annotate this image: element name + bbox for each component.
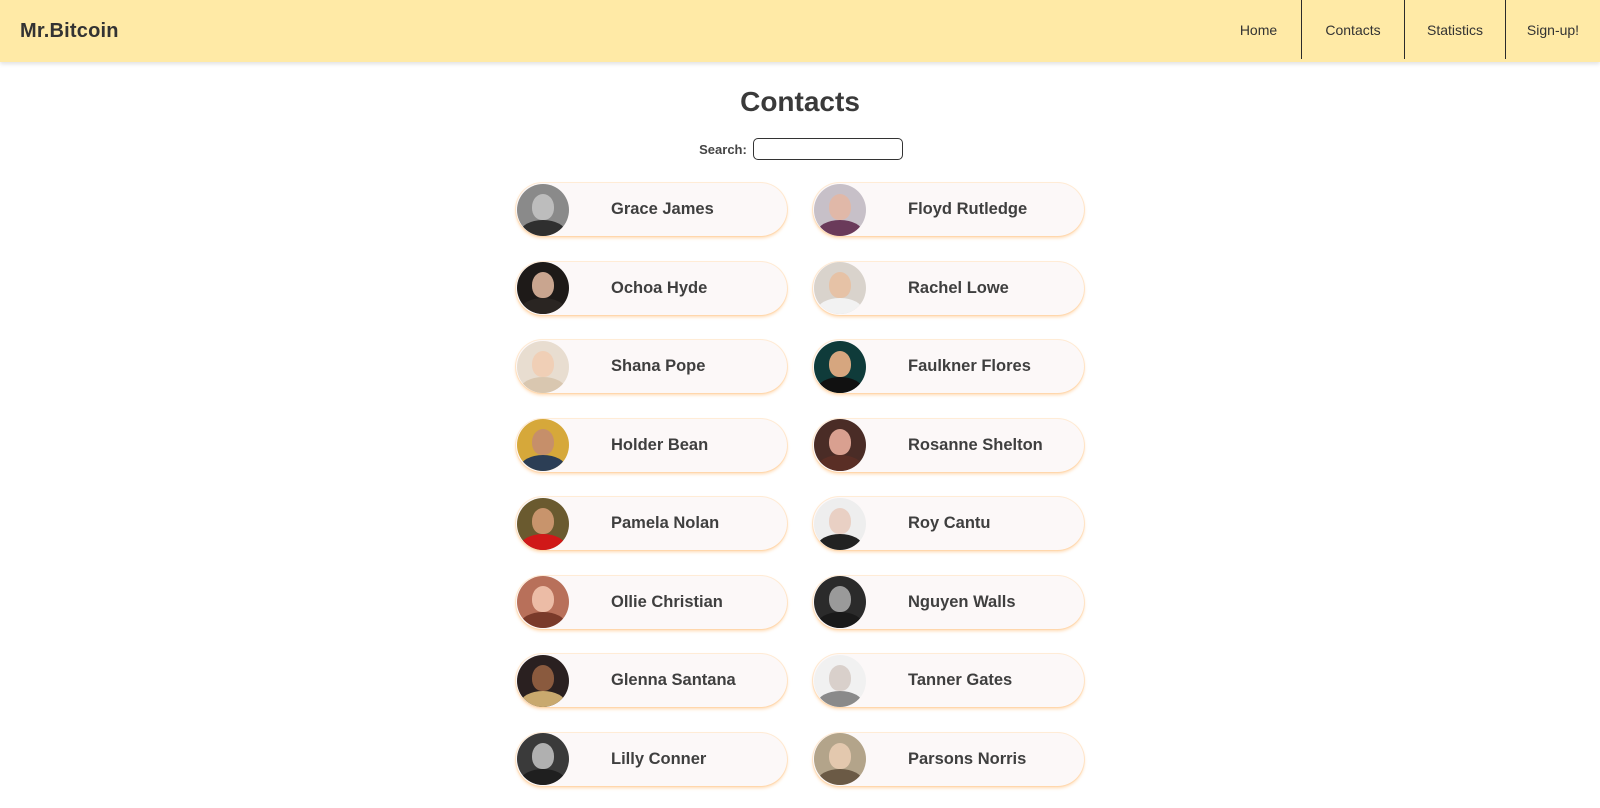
contact-name: Rosanne Shelton [908, 435, 1043, 454]
nav-home-link[interactable]: Home [1216, 0, 1301, 59]
contact-card[interactable]: Ollie Christian [516, 575, 787, 629]
contact-card[interactable]: Nguyen Walls [813, 575, 1084, 629]
avatar-shoulders [520, 455, 566, 471]
contact-avatar [814, 497, 866, 550]
contact-name: Ollie Christian [611, 592, 723, 611]
contact-card[interactable]: Holder Bean [516, 418, 787, 472]
contact-name: Tanner Gates [908, 671, 1013, 689]
search-label: Search: [699, 141, 747, 157]
contact-name: Grace James [611, 200, 714, 218]
avatar-face [829, 743, 851, 769]
contact-name: Ochoa Hyde [611, 278, 708, 297]
avatar-face [829, 429, 851, 455]
avatar-face [829, 193, 851, 220]
contact-avatar [814, 576, 866, 628]
avatar-shoulders [817, 533, 863, 550]
top-navbar: Mr.Bitcoin Home Contacts Statistics Sign… [0, 0, 1600, 62]
contact-card[interactable]: Floyd Rutledge [813, 183, 1084, 236]
contact-avatar [517, 497, 569, 550]
avatar-shoulders [817, 298, 863, 314]
contact-card[interactable]: Roy Cantu [813, 497, 1084, 550]
contact-name: Nguyen Walls [908, 592, 1016, 611]
contact-avatar [517, 576, 569, 628]
contact-card[interactable]: Lilly Conner [516, 732, 787, 786]
avatar-shoulders [817, 612, 863, 628]
nav-contacts-link[interactable]: Contacts [1301, 0, 1404, 59]
avatar-shoulders [520, 376, 566, 393]
search-input[interactable] [752, 138, 903, 160]
contact-avatar [814, 262, 866, 314]
brand-logo[interactable]: Mr.Bitcoin [20, 20, 119, 43]
avatar-shoulders [817, 769, 863, 785]
contact-avatar [517, 733, 569, 785]
contact-card[interactable]: Ochoa Hyde [516, 261, 787, 315]
avatar-shoulders [520, 612, 566, 628]
contact-card[interactable]: Parsons Norris [813, 732, 1084, 786]
contact-avatar [517, 340, 569, 393]
contact-avatar [814, 654, 866, 707]
avatar-shoulders [520, 769, 566, 785]
search-bar: Search: [0, 138, 1600, 160]
contact-avatar [517, 419, 569, 471]
avatar-shoulders [817, 219, 863, 236]
avatar-shoulders [817, 455, 863, 471]
contact-avatar [814, 733, 866, 785]
avatar-face [829, 350, 851, 377]
contact-avatar [814, 419, 866, 471]
contact-card[interactable]: Shana Pope [516, 340, 787, 393]
avatar-face [532, 350, 554, 377]
contact-avatar [814, 183, 866, 236]
contact-list: Grace James Floyd Rutledge Ochoa Hyde Rache… [516, 183, 1086, 786]
avatar-shoulders [520, 690, 566, 707]
avatar-shoulders [520, 298, 566, 314]
avatar-face [532, 193, 554, 220]
contact-card[interactable]: Pamela Nolan [516, 497, 787, 550]
avatar-face [532, 429, 554, 455]
contact-name: Shana Pope [611, 357, 706, 375]
contact-card[interactable]: Rosanne Shelton [813, 418, 1084, 472]
page-title: Contacts [740, 86, 860, 117]
avatar-face [829, 272, 851, 298]
contact-name: Holder Bean [611, 435, 709, 454]
avatar-face [829, 664, 851, 691]
contact-name: Faulkner Flores [908, 357, 1031, 375]
contact-card[interactable]: Rachel Lowe [813, 261, 1084, 315]
contact-name: Parsons Norris [908, 749, 1027, 768]
contact-avatar [517, 262, 569, 314]
contact-card[interactable]: Tanner Gates [813, 654, 1084, 707]
avatar-face [532, 272, 554, 298]
contact-avatar [814, 340, 866, 393]
avatar-shoulders [817, 690, 863, 707]
avatar-shoulders [520, 219, 566, 236]
contact-name: Roy Cantu [908, 514, 991, 532]
nav-statistics-link[interactable]: Statistics [1404, 0, 1505, 59]
avatar-face [532, 664, 554, 691]
avatar-face [532, 586, 554, 612]
avatar-shoulders [817, 376, 863, 393]
avatar-face [829, 586, 851, 612]
avatar-shoulders [520, 533, 566, 550]
contact-name: Rachel Lowe [908, 278, 1009, 297]
avatar-face [532, 743, 554, 769]
nav-signup-link[interactable]: Sign-up! [1505, 0, 1600, 59]
contact-avatar [517, 183, 569, 236]
contact-name: Glenna Santana [611, 671, 736, 689]
contact-name: Floyd Rutledge [908, 200, 1028, 218]
main-nav: Home Contacts Statistics Sign-up! [1216, 0, 1600, 62]
avatar-face [532, 507, 554, 534]
contact-card[interactable]: Faulkner Flores [813, 340, 1084, 393]
contact-card[interactable]: Grace James [516, 183, 787, 236]
contact-card[interactable]: Glenna Santana [516, 654, 787, 707]
contact-avatar [517, 654, 569, 707]
contact-name: Lilly Conner [611, 749, 707, 768]
avatar-face [829, 507, 851, 534]
contact-name: Pamela Nolan [611, 514, 720, 532]
